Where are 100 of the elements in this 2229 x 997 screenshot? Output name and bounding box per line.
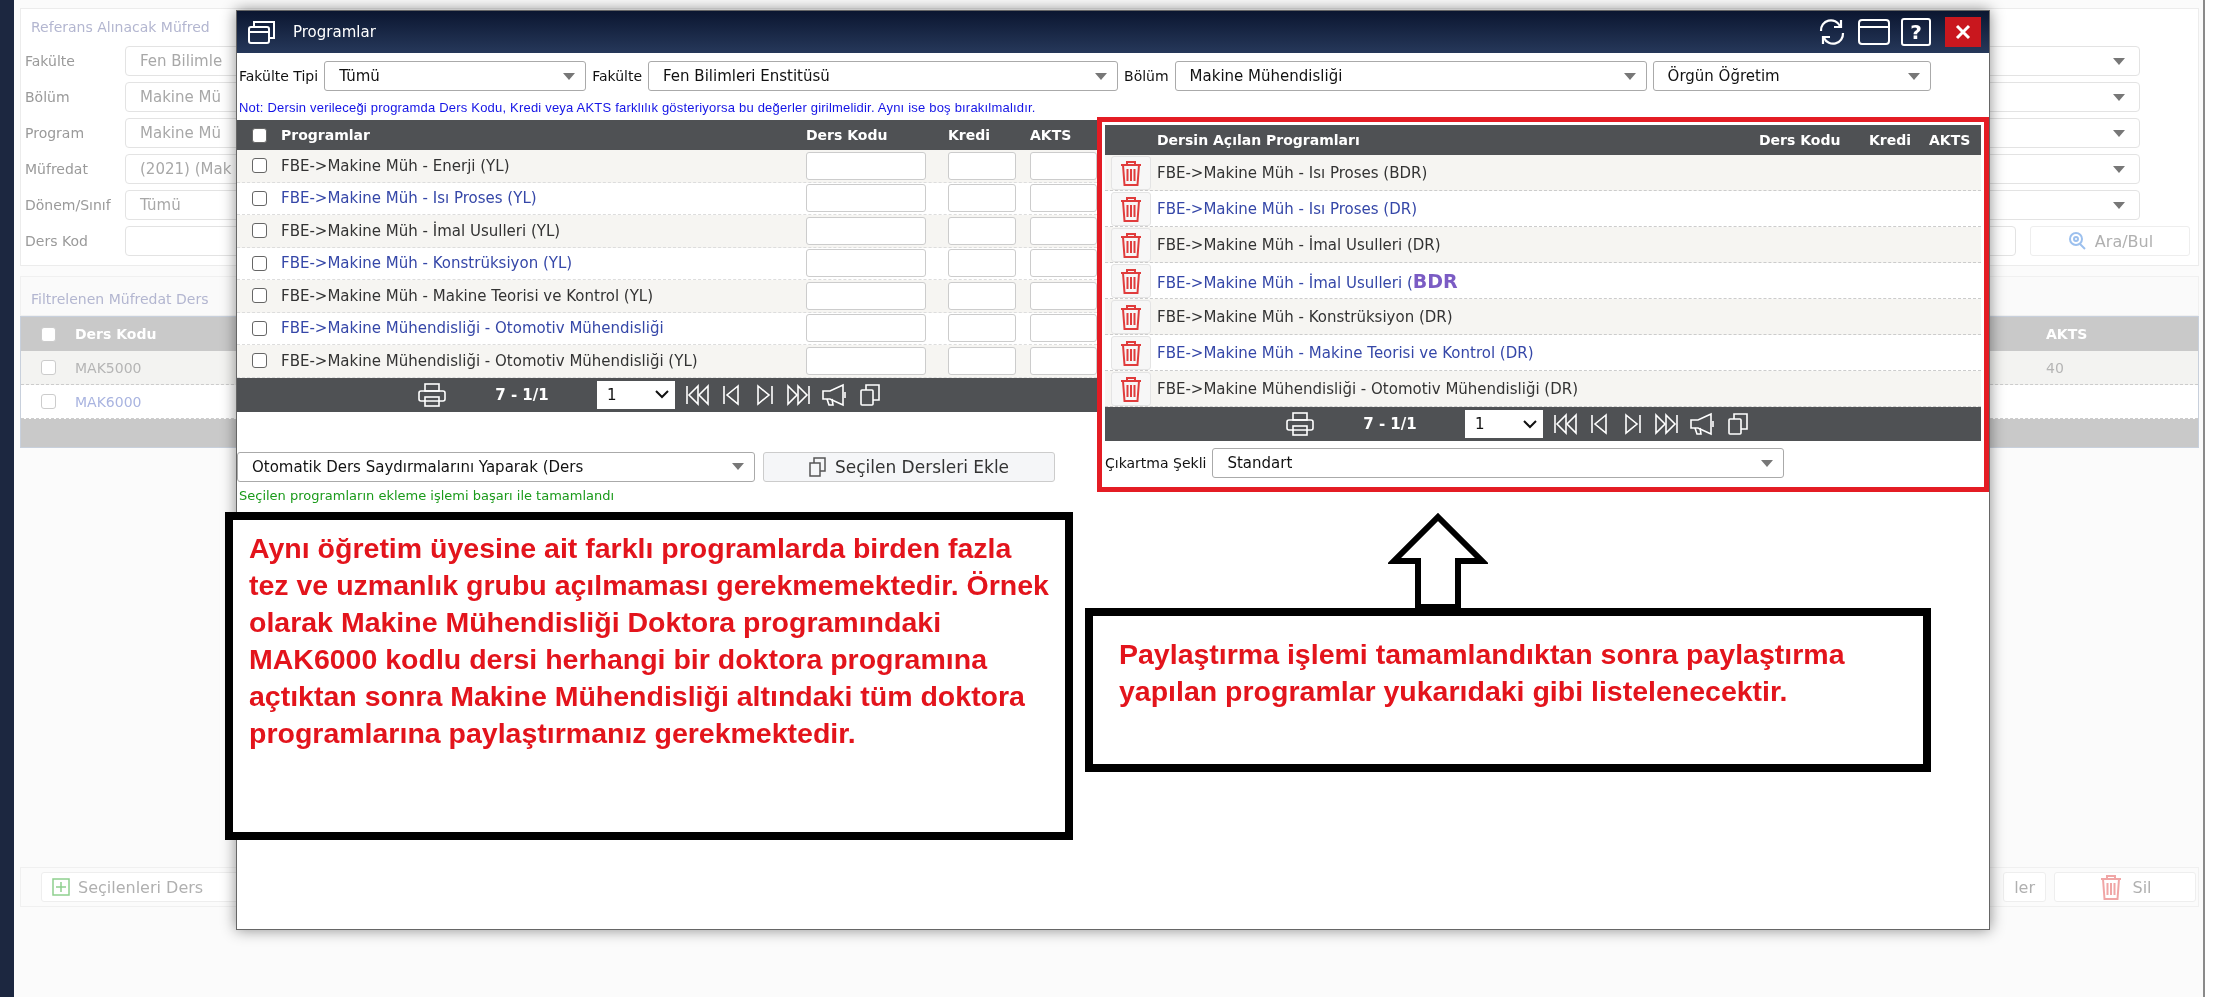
delete-button[interactable] <box>1111 155 1151 190</box>
checkbox[interactable] <box>251 320 267 336</box>
table-cell-text: FBE->Makine Müh - Enerji (YL) <box>281 156 511 175</box>
input-field[interactable] <box>1030 184 1097 213</box>
checkbox[interactable] <box>251 255 267 271</box>
first-page-icon[interactable] <box>685 383 711 406</box>
select-field[interactable]: Otomatik Ders Saydırmalarını Yaparak (Ders <box>237 451 755 482</box>
pager-summary: 7 - 1/1 <box>1362 415 1418 433</box>
input-field[interactable] <box>806 249 926 278</box>
search-icon <box>2066 231 2087 251</box>
checkbox[interactable] <box>251 190 267 206</box>
input-field[interactable] <box>948 281 1016 310</box>
input-field[interactable] <box>948 346 1016 375</box>
field-label: Müfredat <box>25 161 89 177</box>
table-cell-text: FBE->Makine Müh - İmal Usulleri (DR) <box>1157 235 1442 254</box>
input-field[interactable] <box>1030 281 1097 310</box>
checkbox[interactable] <box>251 223 267 239</box>
megaphone-icon[interactable] <box>821 382 849 407</box>
checkbox[interactable] <box>251 288 267 304</box>
input-field[interactable] <box>1030 151 1097 180</box>
printer-icon[interactable] <box>1285 411 1315 437</box>
input-field[interactable] <box>1030 216 1097 245</box>
input-field[interactable] <box>806 151 926 180</box>
table-cell-text: FBE->Makine Müh - Isı Proses (YL) <box>281 189 538 208</box>
select-field[interactable]: Makine Mühendisliği <box>1174 61 1647 91</box>
input-field[interactable] <box>948 314 1016 343</box>
caret-icon <box>1907 72 1920 80</box>
column-header: Dersin Açılan Programları <box>1157 132 1361 148</box>
table-cell-text: FBE->Makine Mühendisliği - Otomotiv Mühendisliği (DR) <box>1157 379 1580 398</box>
input-field[interactable] <box>1030 346 1097 375</box>
column-header: Kredi <box>1869 132 1913 148</box>
maximize-icon[interactable] <box>1857 18 1891 46</box>
caret-icon <box>2113 201 2125 209</box>
input-field[interactable] <box>806 346 926 375</box>
delete-button[interactable] <box>1111 335 1151 370</box>
table-cell-text: FBE->Makine Müh - Makine Teorisi ve Kontrol (DR) <box>1157 343 1535 362</box>
close-button[interactable] <box>1945 17 1981 47</box>
column-header: Programlar <box>281 127 371 143</box>
input-field[interactable] <box>948 249 1016 278</box>
refresh-icon[interactable] <box>1817 18 1847 46</box>
copy-icon <box>808 456 827 477</box>
trash-icon <box>1118 230 1144 259</box>
table-cell-text: FBE->Makine Müh - Konstrüksiyon (YL) <box>281 254 574 273</box>
table-cell-text: 40 <box>2046 359 2065 376</box>
caret-icon <box>2113 165 2125 173</box>
trash-icon <box>1118 374 1144 403</box>
last-page-icon[interactable] <box>1653 413 1679 435</box>
copy-icon[interactable] <box>1727 412 1749 436</box>
filter-label: Bölüm <box>1124 68 1169 84</box>
column-header: Ders Kodu <box>806 127 889 143</box>
select-field[interactable]: Örgün Öğretim <box>1652 61 1931 91</box>
input-field[interactable] <box>806 314 926 343</box>
input-field[interactable] <box>1030 249 1097 278</box>
select-field[interactable]: Standart <box>1212 448 1785 478</box>
checkbox[interactable] <box>251 127 267 143</box>
last-page-icon[interactable] <box>785 383 811 406</box>
column-header: Ders Kodu <box>1759 132 1842 148</box>
trash-icon <box>1118 194 1144 223</box>
caret-icon <box>1095 72 1108 80</box>
delete-button[interactable] <box>1111 191 1151 226</box>
column-header: AKTS <box>1929 132 1972 148</box>
help-button[interactable]: ? <box>1901 18 1931 46</box>
input-field[interactable] <box>806 216 926 245</box>
close-icon <box>1955 24 1971 40</box>
table-cell-text: FBE->Makine Müh - Isı Proses (BDR) <box>1157 163 1429 182</box>
field-label: Dönem/Sınıf <box>25 197 112 213</box>
add-button[interactable]: Seçilen Dersleri Ekle <box>763 451 1055 482</box>
first-page-icon[interactable] <box>1553 413 1579 435</box>
filter-label: Fakülte Tipi <box>239 68 319 84</box>
table-cell-text: FBE->Makine Müh - İmal Usulleri (YL) <box>281 221 562 240</box>
input-field[interactable] <box>948 184 1016 213</box>
field-label: Çıkartma Şekli <box>1105 455 1207 471</box>
checkbox[interactable] <box>251 158 267 174</box>
input-field[interactable] <box>1030 314 1097 343</box>
delete-button[interactable] <box>1111 371 1151 406</box>
table-cell-text: FBE->Makine Müh - Makine Teorisi ve Kontrol (YL) <box>281 286 655 305</box>
column-header: AKTS <box>1030 127 1073 143</box>
select-field[interactable]: Fen Bilimleri Enstitüsü <box>648 61 1119 91</box>
delete-button[interactable] <box>1111 299 1151 334</box>
input-field[interactable] <box>948 216 1016 245</box>
table-cell-text: FBE->Makine Müh - Isı Proses (DR) <box>1157 199 1419 218</box>
plus-icon <box>52 878 70 896</box>
column-header: Kredi <box>948 127 992 143</box>
select-field[interactable]: Tümü <box>324 61 587 91</box>
page-select[interactable]: 1 <box>597 380 675 409</box>
delete-button[interactable] <box>1111 227 1151 262</box>
delete-button[interactable] <box>1111 263 1151 298</box>
status-message: Seçilen programların ekleme işlemi başarı ile tamamlandı <box>238 486 616 503</box>
table-cell-text: FBE->Makine Mühendisliği - Otomotiv Mühendisliği <box>281 319 665 338</box>
copy-icon[interactable] <box>859 382 881 407</box>
caret-icon <box>1761 459 1774 467</box>
checkbox[interactable] <box>251 353 267 369</box>
printer-icon[interactable] <box>417 381 447 408</box>
input-field[interactable] <box>948 151 1016 180</box>
annotation-text: Paylaştırma işlemi tamamlandıktan sonra paylaştırma yapılan programlar yukarıdaki gibi listelenecektir. <box>1085 608 1931 772</box>
megaphone-icon[interactable] <box>1689 412 1717 436</box>
page-select[interactable]: 1 <box>1465 410 1543 438</box>
input-field[interactable] <box>806 281 926 310</box>
input-field[interactable] <box>806 184 926 213</box>
chevron-icon <box>655 390 669 399</box>
